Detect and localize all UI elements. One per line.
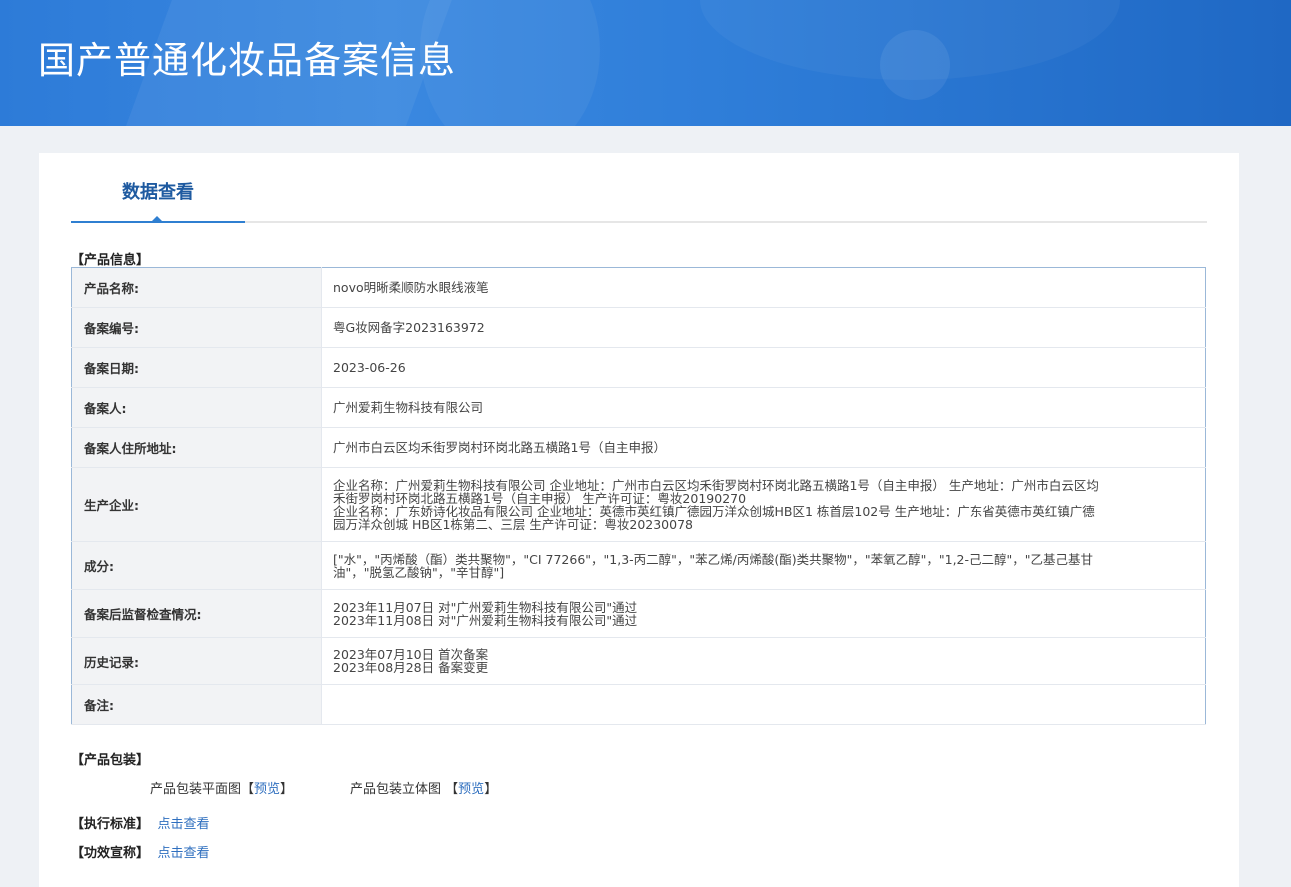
info-row-value [321,684,1206,725]
package-flat-row: 产品包装平面图【预览】 [150,778,293,797]
info-row-label: 备注: [71,684,322,725]
tab-indicator-caret [151,216,163,222]
info-row-value: 广州爱莉生物科技有限公司 [321,387,1206,428]
info-row-value: 2023年07月10日 首次备案 2023年08月28日 备案变更 [321,637,1206,685]
product-info-table: 产品名称: novo明晰柔顺防水眼线液笔 备案编号: 粤G妆网备字2023163972… [71,267,1206,725]
info-value-line: 油"，"脱氢乙酸钠"，"辛甘醇"] [333,564,505,580]
info-value-line: 园万洋众创城 HB区1栋第二、三层 生产许可证：粤妆20230078 [333,516,693,532]
info-row: 成分: ["水"，"丙烯酸（酯）类共聚物"，"CI 77266"，"1,3-丙二醇… [71,541,1206,590]
info-row-label: 备案人: [71,387,322,428]
info-row-label: 备案人住所地址: [71,427,322,468]
info-value-line: 2023-06-26 [333,360,406,375]
info-row-value: ["水"，"丙烯酸（酯）类共聚物"，"CI 77266"，"1,3-丙二醇"，"… [321,541,1206,590]
info-row: 生产企业: 企业名称：广州爱莉生物科技有限公司 企业地址：广州市白云区均禾街罗岗村… [71,467,1206,542]
info-row: 备案编号: 粤G妆网备字2023163972 [71,307,1206,348]
info-value-line: 2023年08月28日 备案变更 [333,660,489,675]
packaging-section-title: 【产品包装】 [71,753,150,768]
tab-label: 数据查看 [122,182,194,203]
package-flat-label: 产品包装平面图 [150,782,242,797]
standard-title-text: 【执行标准】 [71,817,150,832]
tab-bar: 数据查看 [71,153,1207,223]
info-row: 产品名称: novo明晰柔顺防水眼线液笔 [71,267,1206,308]
bracket: 】 [484,782,498,797]
efficacy-title-text: 【功效宣称】 [71,846,150,861]
info-row: 备案人: 广州爱莉生物科技有限公司 [71,387,1206,428]
info-row-value: novo明晰柔顺防水眼线液笔 [321,267,1206,308]
product-info-section-title: 【产品信息】 [71,253,150,268]
info-row-label: 产品名称: [71,267,322,308]
tab-data-view[interactable]: 数据查看 [71,153,245,223]
info-row-label: 备案日期: [71,347,322,388]
info-value-line: 广州市白云区均禾街罗岗村环岗北路五横路1号（自主申报） [333,440,666,455]
info-row-label: 历史记录: [71,637,322,685]
efficacy-section-title: 【功效宣称】 点击查看 [71,842,210,861]
info-value-line: 广州爱莉生物科技有限公司 [333,400,484,415]
bracket: 【 [241,782,255,797]
info-value-line: 禾街罗岗村环岗北路五横路1号（自主申报） 生产许可证：粤妆20190270 [333,490,747,506]
info-row: 历史记录: 2023年07月10日 首次备案 2023年08月28日 备案变更 [71,637,1206,685]
info-row-label: 备案编号: [71,307,322,348]
standard-section-title: 【执行标准】 点击查看 [71,813,210,832]
package-3d-preview-link[interactable]: 预览 [458,782,484,797]
package-flat-preview-link[interactable]: 预览 [254,782,280,797]
banner-decoration [880,30,950,100]
standard-view-link[interactable]: 点击查看 [158,817,210,832]
info-value-line: novo明晰柔顺防水眼线液笔 [333,280,489,295]
info-value-line: 2023年11月07日 对"广州爱莉生物科技有限公司"通过 [333,599,638,615]
info-row-value: 广州市白云区均禾街罗岗村环岗北路五横路1号（自主申报） [321,427,1206,468]
content-card: 数据查看 【产品信息】 产品名称: novo明晰柔顺防水眼线液笔 备案编号: 粤G妆网… [39,153,1239,887]
info-row-value: 2023-06-26 [321,347,1206,388]
info-row-label: 备案后监督检查情况: [71,589,322,638]
info-row: 备注: [71,684,1206,725]
bracket: 】 [280,782,294,797]
info-value-line: 企业名称：广州爱莉生物科技有限公司 企业地址：广州市白云区均禾街罗岗村环岗北路五… [333,477,1099,493]
info-value-line: 2023年11月08日 对"广州爱莉生物科技有限公司"通过 [333,612,638,628]
package-3d-row: 产品包装立体图 【预览】 [350,778,497,797]
page-title: 国产普通化妆品备案信息 [38,39,456,82]
info-value-line: ["水"，"丙烯酸（酯）类共聚物"，"CI 77266"，"1,3-丙二醇"，"… [333,551,1094,567]
info-row-value: 2023年11月07日 对"广州爱莉生物科技有限公司"通过 2023年11月08日… [321,589,1206,638]
info-value-line: 企业名称：广东娇诗化妆品有限公司 企业地址：英德市英红镇广德园万洋众创城HB区1… [333,503,1095,519]
info-value-line: 粤G妆网备字2023163972 [333,320,485,335]
package-3d-label: 产品包装立体图 [350,782,442,797]
header-banner: 国产普通化妆品备案信息 [0,0,1291,126]
info-row-label: 成分: [71,541,322,590]
info-row-label: 生产企业: [71,467,322,542]
efficacy-view-link[interactable]: 点击查看 [158,846,210,861]
bracket: 【 [445,782,459,797]
info-row-value: 粤G妆网备字2023163972 [321,307,1206,348]
info-row-value: 企业名称：广州爱莉生物科技有限公司 企业地址：广州市白云区均禾街罗岗村环岗北路五… [321,467,1206,542]
info-row: 备案日期: 2023-06-26 [71,347,1206,388]
info-row: 备案后监督检查情况: 2023年11月07日 对"广州爱莉生物科技有限公司"通过 2… [71,589,1206,638]
info-row: 备案人住所地址: 广州市白云区均禾街罗岗村环岗北路五横路1号（自主申报） [71,427,1206,468]
